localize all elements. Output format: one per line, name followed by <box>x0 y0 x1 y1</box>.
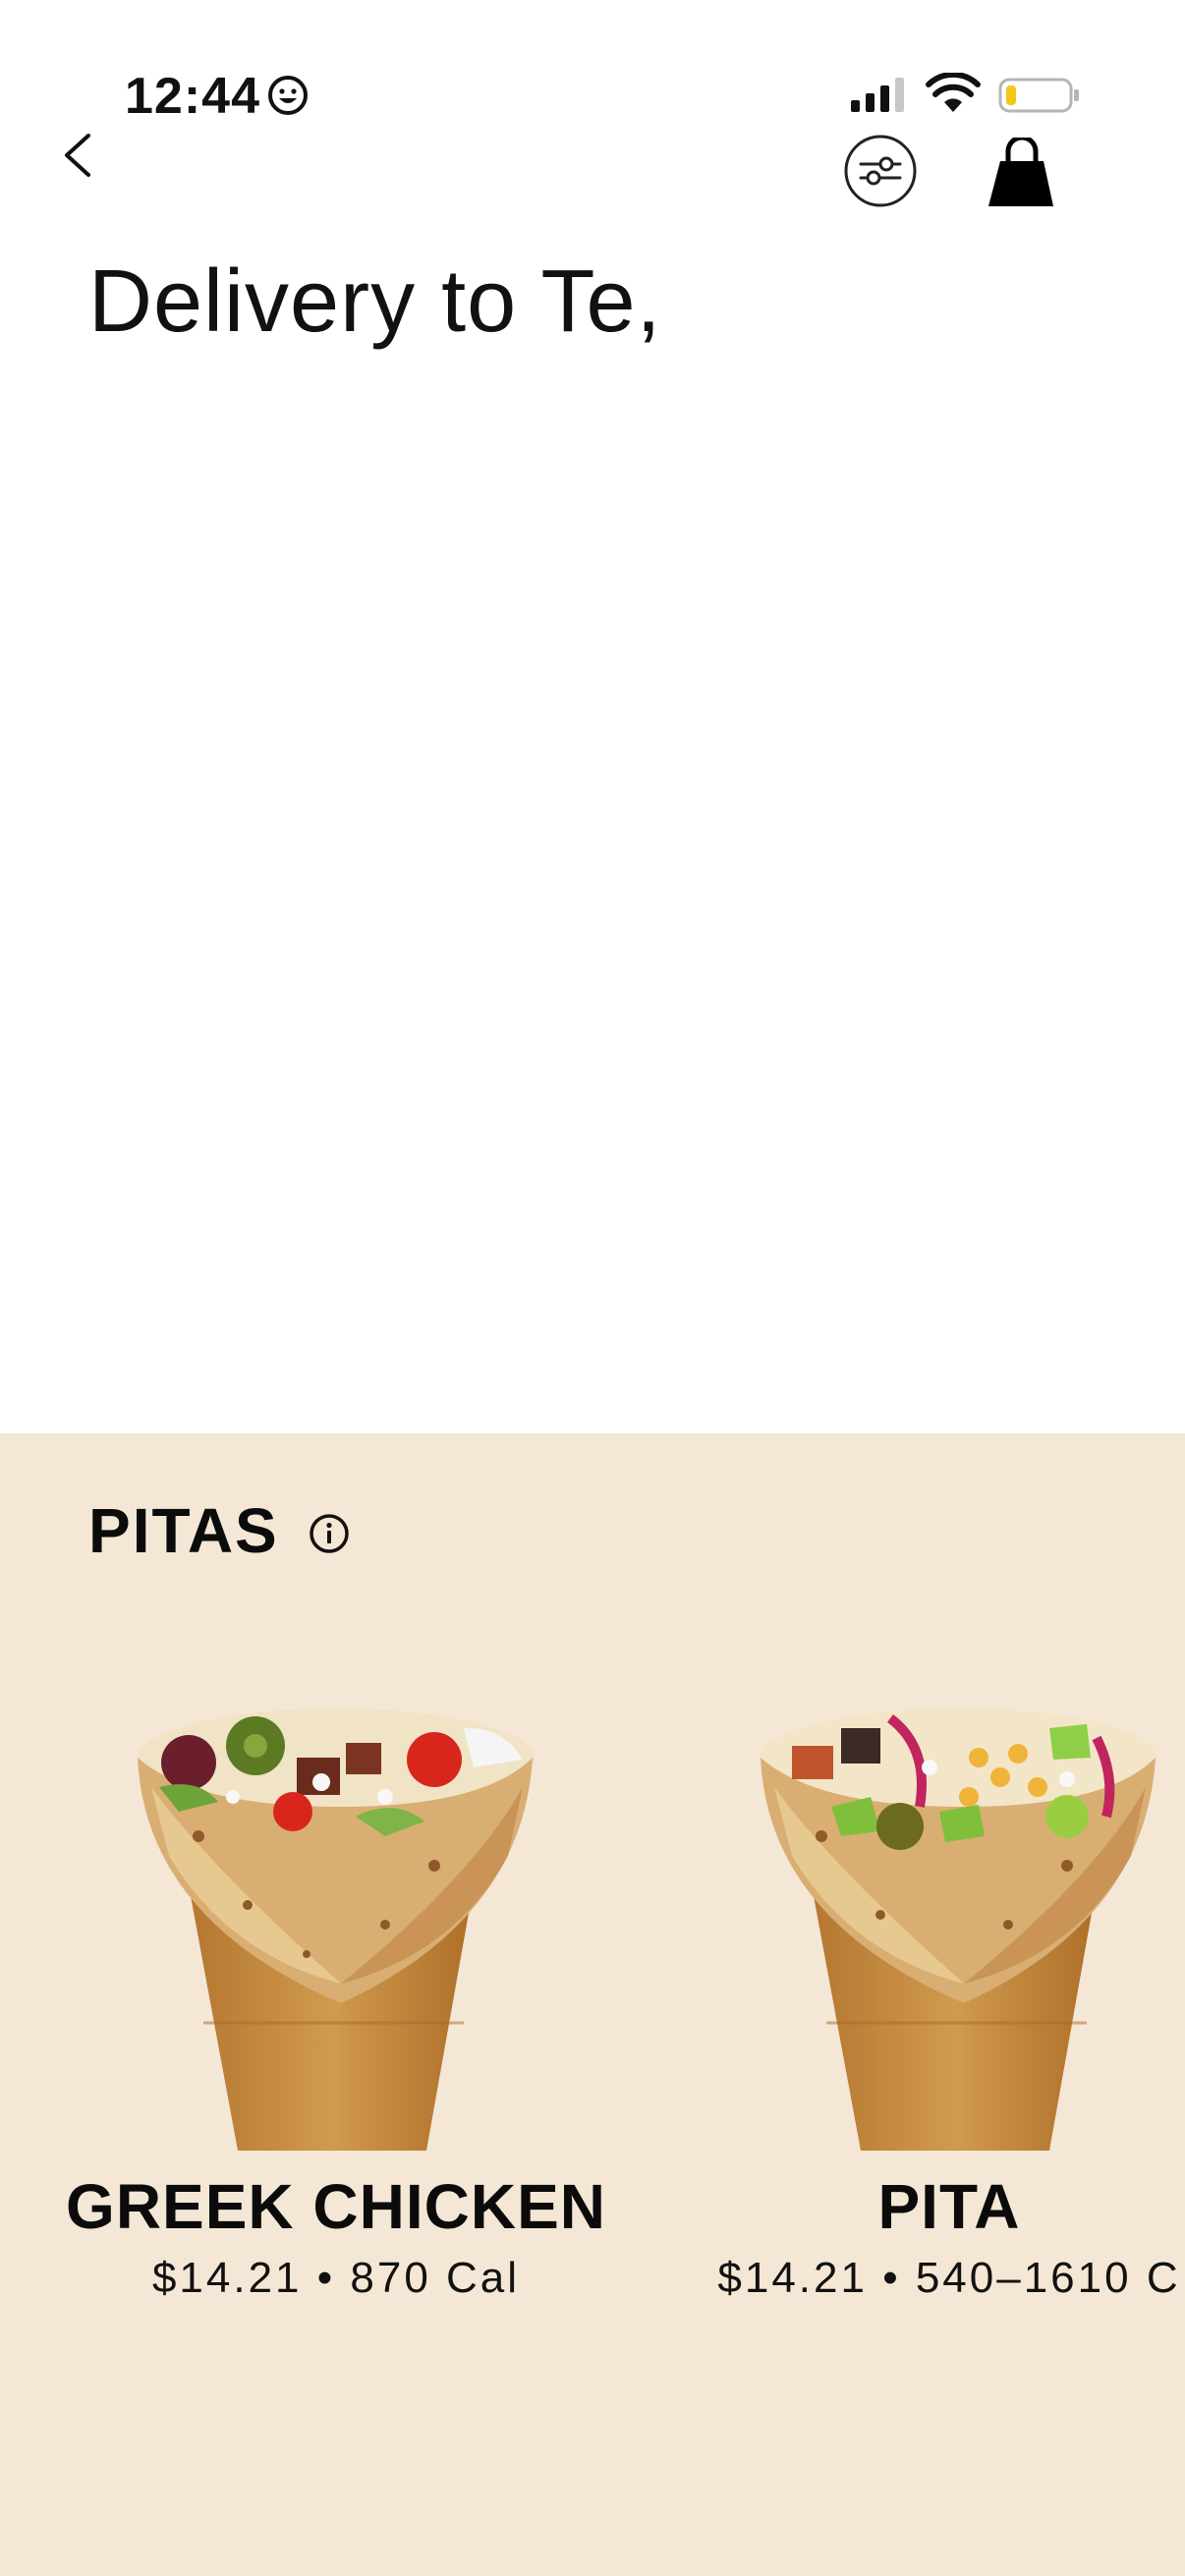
cellular-signal-icon <box>851 78 904 112</box>
status-time: 12:44 <box>125 68 260 125</box>
status-bar: 12:44 <box>0 0 1185 128</box>
menu-item-name: GREEK CHICKEN <box>66 2171 606 2242</box>
pita-image <box>761 1708 1157 2151</box>
info-icon[interactable] <box>309 1513 350 1554</box>
menu-item-name: PITA <box>877 2171 1021 2242</box>
smiley-face-icon <box>268 76 308 115</box>
wifi-icon <box>926 73 981 112</box>
menu-item-card[interactable]: GREEK CHICKEN $14.21 • 870 Cal <box>61 1689 611 2302</box>
menu-section: PITAS GREEK CHICKEN $14.21 • 870 Cal PIT… <box>0 1433 1185 2576</box>
section-title: PITAS <box>88 1495 279 1566</box>
section-header: PITAS <box>88 1494 350 1567</box>
filter-button[interactable] <box>843 134 918 208</box>
shopping-bag-button[interactable] <box>983 138 1061 212</box>
greek-chicken-pita-image <box>138 1708 535 2151</box>
page-title: Delivery to Te, <box>88 252 662 351</box>
battery-icon <box>998 78 1079 113</box>
menu-item-card[interactable]: PITA $14.21 • 540–1610 C <box>684 1689 1185 2302</box>
back-button[interactable] <box>55 128 106 183</box>
menu-item-meta: $14.21 • 540–1610 C <box>717 2254 1181 2302</box>
menu-item-meta: $14.21 • 870 Cal <box>151 2254 521 2302</box>
